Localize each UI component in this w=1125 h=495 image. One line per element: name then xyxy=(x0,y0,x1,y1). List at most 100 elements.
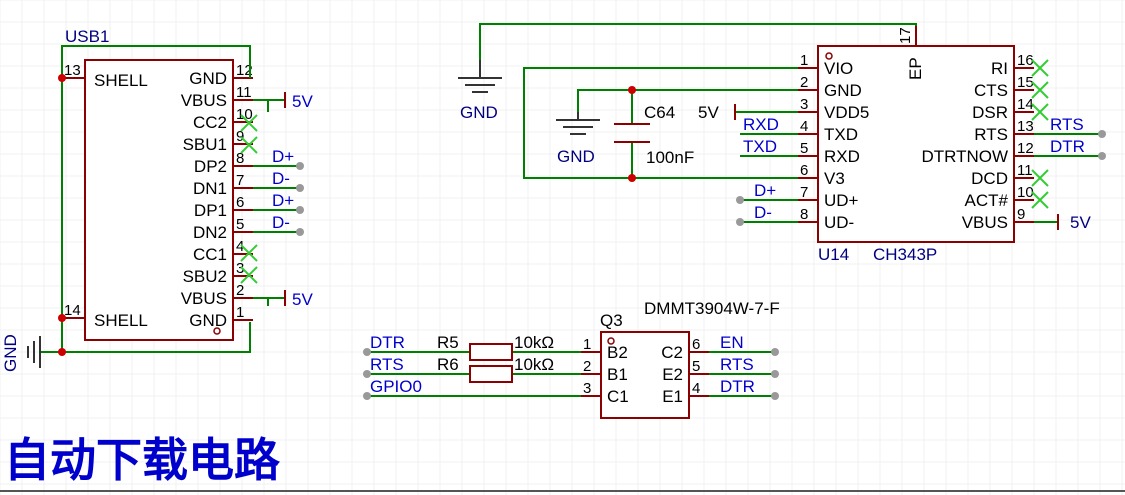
pin-number: 14 xyxy=(1017,96,1034,113)
pin-number: 2 xyxy=(583,358,591,375)
pin-number: 12 xyxy=(1017,140,1034,157)
pin-number: 14 xyxy=(64,302,81,319)
pin-name: SBU2 xyxy=(183,267,227,286)
q3-ref: Q3 xyxy=(600,311,623,330)
pin-name: VDD5 xyxy=(824,103,869,122)
gnd-cap-net: GND xyxy=(557,147,595,166)
vbus-net: 5V xyxy=(1070,213,1091,232)
ch343-ic[interactable]: 17 EP U14 CH343P 1 VIO2 GND3 VDD54 TXD5 RXD6 V… xyxy=(798,26,1034,264)
r6-body xyxy=(469,365,513,383)
rts-net: RTS xyxy=(1050,115,1084,134)
pin-number: 3 xyxy=(583,380,591,397)
usb-dn2-net: D- xyxy=(272,213,290,232)
pin-number: 8 xyxy=(800,206,808,223)
usb-dn1-net: D- xyxy=(272,169,290,188)
q3-wiring xyxy=(367,351,775,397)
pin-name: UD+ xyxy=(824,191,859,210)
pin-number: 1 xyxy=(800,52,808,69)
pin-number: 4 xyxy=(800,118,808,135)
vdd5-net: 5V xyxy=(698,103,719,122)
q3-right-net-rts: RTS xyxy=(720,355,754,374)
pin-name: CC2 xyxy=(193,113,227,132)
pin-number: 9 xyxy=(236,128,244,145)
pin-number: 6 xyxy=(236,194,244,211)
pin-number: 5 xyxy=(692,358,700,375)
pin-name: GND xyxy=(189,69,227,88)
usb-gnd-net: GND xyxy=(1,334,20,372)
pin-name: SHELL xyxy=(94,311,148,330)
usb-vbus-top-net: 5V xyxy=(292,92,313,111)
pin-name: SHELL xyxy=(94,71,148,90)
pin-number: 3 xyxy=(800,96,808,113)
pin-number: 6 xyxy=(800,162,808,179)
ch343-value: CH343P xyxy=(873,245,937,264)
pin-name: RXD xyxy=(824,147,860,166)
usb-net-ends xyxy=(296,162,304,236)
pin-number: 1 xyxy=(236,304,244,321)
cap-value: 100nF xyxy=(646,148,694,167)
pin-number: 6 xyxy=(692,336,700,353)
pin-name: VIO xyxy=(824,59,853,78)
pin-name: RTS xyxy=(974,125,1008,144)
q3-left-net-rts: RTS xyxy=(370,355,404,374)
q3-left-net-gpio0: GPIO0 xyxy=(370,377,422,396)
r5-ref: R5 xyxy=(437,333,459,352)
pin-number: 10 xyxy=(1017,184,1034,201)
pin-number: 16 xyxy=(1017,52,1034,69)
pin-name: B2 xyxy=(607,343,628,362)
pin-number: 2 xyxy=(236,282,244,299)
pin-number: 11 xyxy=(236,84,252,101)
pin-number: 1 xyxy=(583,336,591,353)
pin-number: 11 xyxy=(1017,162,1033,179)
pin-name: UD- xyxy=(824,213,854,232)
q3-value: DMMT3904W-7-F xyxy=(644,299,780,318)
pin-number: 7 xyxy=(800,184,808,201)
r5-body xyxy=(469,343,513,361)
dtr-net: DTR xyxy=(1050,137,1085,156)
txd-net: TXD xyxy=(743,137,777,156)
schematic-sheet: USB1 13SHELL14SHELL 12GND11VBUS10CC29SBU… xyxy=(0,0,1125,495)
pin-number: 8 xyxy=(236,150,244,167)
pin-name: RI xyxy=(991,59,1008,78)
pin-name: GND xyxy=(189,311,227,330)
pin-number: 5 xyxy=(800,140,808,157)
pin-number: 2 xyxy=(800,74,808,91)
q3-left-net-dtr: DTR xyxy=(370,333,405,352)
rxd-net: RXD xyxy=(743,115,779,134)
pin-name: DSR xyxy=(972,103,1008,122)
pin-number: 13 xyxy=(64,62,81,79)
pin-number: 7 xyxy=(236,172,244,189)
pin-name: VBUS xyxy=(181,289,227,308)
pin-name: DTRTNOW xyxy=(921,147,1008,166)
r5-value: 10kΩ xyxy=(514,333,554,352)
pin-name: SBU1 xyxy=(183,135,227,154)
usb-connector[interactable]: USB1 13SHELL14SHELL 12GND11VBUS10CC29SBU… xyxy=(62,27,253,341)
usb-dp1-net: D+ xyxy=(272,191,294,210)
gnd-top-net: GND xyxy=(460,103,498,122)
pin-name: DN1 xyxy=(193,179,227,198)
usb-dp2-net: D+ xyxy=(272,147,294,166)
udm-net: D- xyxy=(754,203,772,222)
pin-number: 15 xyxy=(1017,74,1034,91)
pin-name: E1 xyxy=(662,387,683,406)
pin-name: B1 xyxy=(607,365,628,384)
udp-net: D+ xyxy=(754,181,776,200)
q3-right-net-en: EN xyxy=(720,333,744,352)
pin-name: DP2 xyxy=(194,157,227,176)
pin-name: DN2 xyxy=(193,223,227,242)
gnd-symbol-cap xyxy=(556,112,600,135)
usb-ref: USB1 xyxy=(65,27,109,46)
pin-number: 9 xyxy=(1017,206,1025,223)
cap-ref: C64 xyxy=(644,103,675,122)
pin-number: 4 xyxy=(692,380,700,397)
pin-name: VBUS xyxy=(181,91,227,110)
ch343-ep-name: EP xyxy=(906,57,925,80)
pin-name: C2 xyxy=(661,343,683,362)
gnd-symbol-top xyxy=(458,60,502,93)
pin-name: E2 xyxy=(662,365,683,384)
q3-right-net-dtr: DTR xyxy=(720,377,755,396)
pin-number: 13 xyxy=(1017,118,1034,135)
usb-vbus-bottom-net: 5V xyxy=(292,290,313,309)
pin-name: TXD xyxy=(824,125,858,144)
pin-name: VBUS xyxy=(962,213,1008,232)
